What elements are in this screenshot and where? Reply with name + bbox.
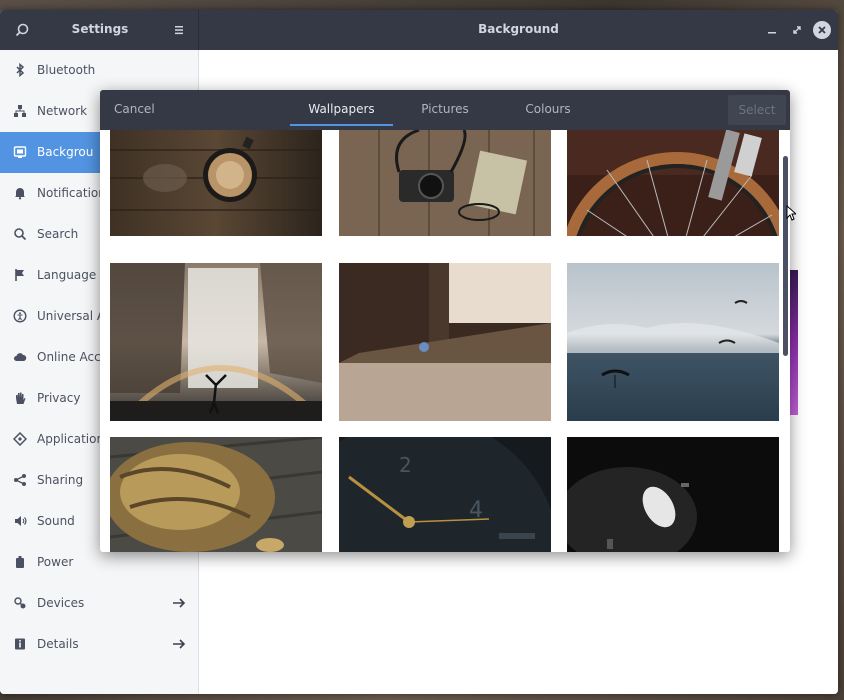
sidebar-item-label: Privacy [37,391,81,405]
search-icon [14,228,27,241]
sidebar-item-label: Sound [37,514,75,528]
sidebar-item-label: Power [37,555,74,569]
sidebar-item-label: Bluetooth [37,63,96,77]
maximize-icon[interactable] [789,22,805,38]
mouse-cursor-icon [786,205,796,221]
wallpaper-grid: 2 4 [100,130,780,552]
window-sill-wallpaper[interactable] [339,263,551,421]
close-button[interactable] [813,21,831,39]
tab-colours[interactable]: Colours [513,102,583,116]
select-button[interactable]: Select [728,95,786,125]
sidebar-item-label: Universal A [37,309,106,323]
devices-icon [14,597,26,609]
sidebar-item-label: Backgrou [37,145,94,159]
share-icon [14,474,26,486]
cancel-button[interactable]: Cancel [114,102,155,116]
tab-wallpapers[interactable]: Wallpapers [290,102,393,116]
wallpaper-chooser-dialog: Cancel Wallpapers Pictures Colours Selec… [100,90,790,552]
cloud-icon [14,353,27,361]
bluetooth-icon [16,63,25,77]
clock-hands-wallpaper[interactable]: 2 4 [339,437,551,552]
sidebar-item-label: Network [37,104,88,118]
sidebar-item-label: Online Acco [37,350,109,364]
network-icon [14,105,26,117]
sidebar-item-label: Sharing [37,473,84,487]
universal-access-icon [13,309,27,323]
paragliders-sky-wallpaper[interactable] [567,263,779,421]
settings-title: Settings [71,22,129,36]
close-icon [818,26,826,34]
scrollbar-thumb[interactable] [783,156,788,356]
scrollbar[interactable] [780,130,790,552]
details-icon [15,638,25,650]
background-icon [13,146,27,158]
flag-icon [15,269,24,281]
coffee-cup-wallpaper[interactable] [110,130,322,236]
dark-moon-wallpaper[interactable] [567,437,779,552]
bell-icon [15,188,25,200]
waterfall-rainbow-wallpaper[interactable] [110,263,322,421]
sidebar-item-label: Details [37,637,79,651]
search-icon[interactable] [14,22,30,38]
camera-desk-wallpaper[interactable] [339,130,551,236]
bicycle-wheel-wallpaper[interactable] [567,130,779,236]
sidebar-item-bluetooth[interactable]: Bluetooth [0,50,199,91]
power-icon [16,556,24,568]
tab-pictures[interactable]: Pictures [410,102,480,116]
hamburger-menu-icon[interactable] [172,23,186,37]
panel-title: Background [478,22,559,36]
header-bar: Settings Background [0,10,838,50]
sidebar-item-label: Notification [37,186,106,200]
speaker-icon [15,516,27,526]
sleeping-cat-wallpaper[interactable] [110,437,322,552]
minimize-icon[interactable] [764,22,780,38]
arrow-right-icon [173,598,186,608]
arrow-right-icon [173,639,186,649]
lock-screen-preview [790,270,798,415]
dialog-header: Cancel Wallpapers Pictures Colours Selec… [100,90,790,130]
sidebar-item-label: Language a [37,268,108,282]
header-left: Settings [0,10,199,50]
sidebar-item-details[interactable]: Details [0,624,199,665]
sidebar-item-label: Search [37,227,79,241]
sidebar-item-label: Application [37,432,105,446]
active-tab-indicator [290,124,393,126]
applications-icon [13,432,27,446]
sidebar-item-label: Devices [37,596,85,610]
hand-icon [16,392,26,404]
svg-text:2: 2 [399,453,412,477]
sidebar-item-devices[interactable]: Devices [0,583,199,624]
